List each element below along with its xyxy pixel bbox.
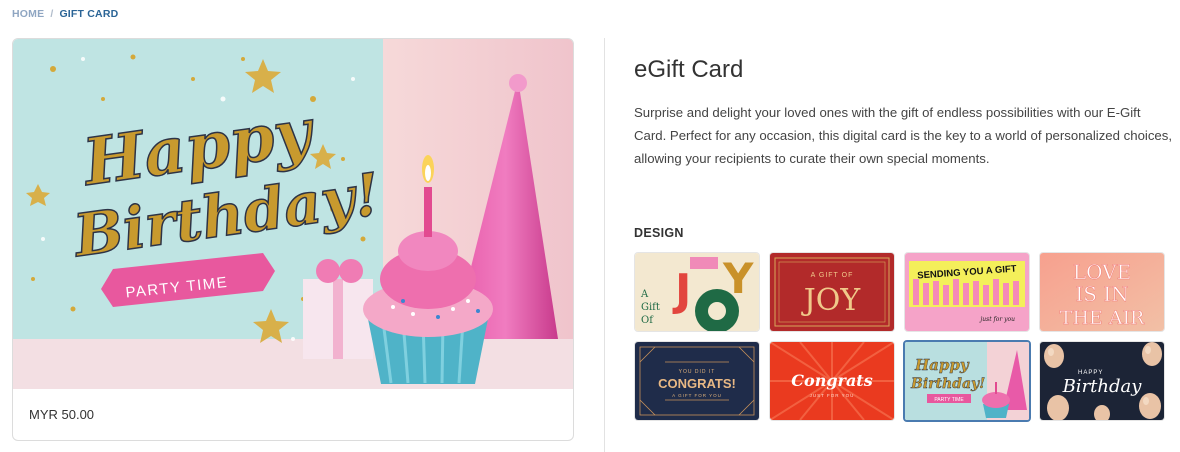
thumb6-text-justforyou: JUST FOR YOU	[810, 393, 855, 398]
thumb4-text-theair: THE AIR	[1060, 307, 1145, 329]
thumb2-text-joy: JOY	[801, 283, 862, 318]
thumb5-text-congrats: CONGRATS!	[658, 376, 736, 391]
selected-price: MYR 50.00	[29, 407, 95, 422]
design-option-joy-red[interactable]: A GIFT OF JOY	[769, 252, 895, 332]
thumb1-text-gift: Gift	[641, 302, 660, 313]
thumb1-text-of: Of	[641, 315, 654, 326]
thumb7-text-birthday: Birthday!	[910, 376, 985, 392]
thumb5-text-agiftforyou: A GIFT FOR YOU	[672, 393, 722, 398]
column-divider	[604, 38, 605, 452]
breadcrumb-current: GIFT CARD	[59, 8, 119, 20]
breadcrumb-home-link[interactable]: HOME	[12, 8, 44, 20]
gift-card-preview-image: Happy Birthday! PARTY TIME	[13, 39, 573, 389]
thumb1-joy-j: J	[672, 265, 691, 316]
design-option-sending-you-a-gift[interactable]: SENDING YOU A GIFT just for you	[904, 252, 1030, 332]
thumb4-text-love: LOVE	[1073, 260, 1131, 284]
product-description: Surprise and delight your loved ones wit…	[634, 105, 1173, 166]
thumb1-text-a: A	[640, 289, 649, 300]
design-option-happy-birthday-balloons[interactable]: HAPPY Birthday	[1039, 341, 1165, 421]
thumb2-text-agiftof: A GIFT OF	[811, 272, 854, 279]
product-title: eGift Card	[634, 56, 744, 83]
breadcrumb-separator: /	[50, 8, 54, 20]
design-option-joy-colorful[interactable]: J Y A Gift Of	[634, 252, 760, 332]
design-option-happy-birthday-cupcake[interactable]: Happy Birthday! PARTY TIME	[903, 340, 1031, 422]
design-option-congrats-navy[interactable]: YOU DID IT CONGRATS! A GIFT FOR YOU	[634, 341, 760, 421]
design-option-love-is-in-the-air[interactable]: LOVE IS IN THE AIR	[1039, 252, 1165, 332]
thumb5-text-youdidit: YOU DID IT	[679, 369, 716, 375]
breadcrumb: HOME / GIFT CARD	[12, 8, 118, 20]
thumb6-text-congrats: Congrats	[791, 371, 872, 390]
thumb1-joy-y: Y	[722, 254, 754, 303]
design-option-congrats-red[interactable]: Congrats JUST FOR YOU	[769, 341, 895, 421]
thumb7-text-partytime: PARTY TIME	[934, 397, 964, 403]
thumb3-text-justforyou: just for you	[978, 316, 1015, 323]
thumb7-text-happy: Happy	[914, 356, 970, 374]
thumb4-text-isin: IS IN	[1075, 282, 1128, 306]
thumb8-text-birthday: Birthday	[1062, 376, 1143, 397]
design-section-label: DESIGN	[634, 226, 684, 240]
gift-card-preview: Happy Birthday! PARTY TIME MYR 50.00	[12, 38, 574, 441]
